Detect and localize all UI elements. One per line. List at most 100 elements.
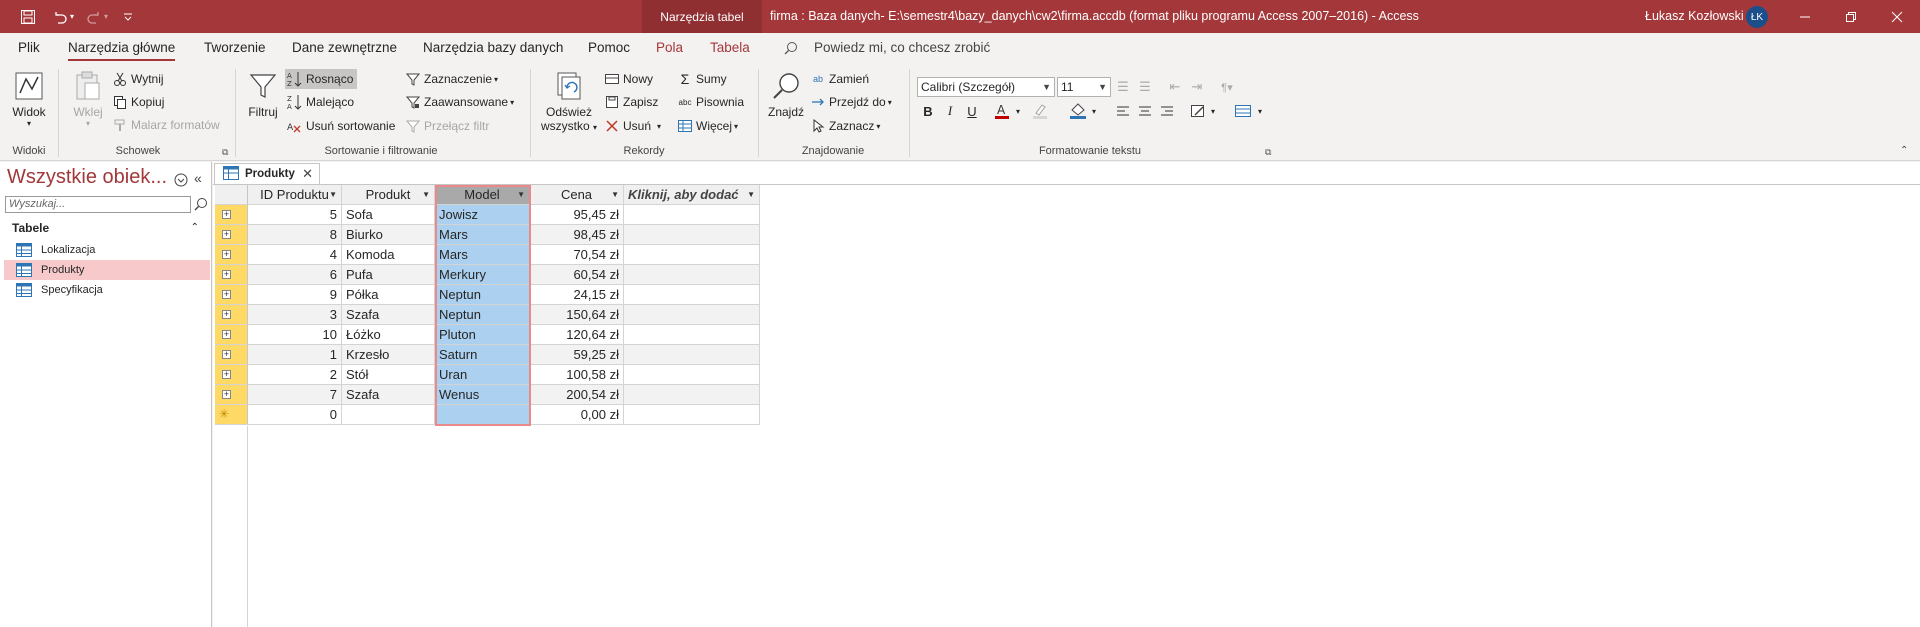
filter-button[interactable]: Filtruj — [246, 69, 280, 119]
advanced-filter-button[interactable]: Zaawansowane ▾ — [405, 94, 514, 110]
font-size-combo[interactable]: 11 ▼ — [1057, 77, 1111, 97]
more-button[interactable]: Więcej ▾ — [677, 118, 738, 134]
conditional-format-icon[interactable] — [1188, 101, 1208, 121]
find-button[interactable]: Znajdź — [766, 69, 806, 119]
customize-qat-icon[interactable] — [116, 5, 140, 29]
user-name[interactable]: Łukasz Kozłowski — [1645, 0, 1744, 33]
view-button[interactable]: Widok ▾ — [10, 69, 48, 128]
cell-produkt[interactable] — [342, 405, 435, 425]
font-name-combo[interactable]: Calibri (Szczegół) ▼ — [917, 77, 1055, 97]
row-selector[interactable]: + — [215, 345, 248, 365]
row-selector[interactable]: + — [215, 325, 248, 345]
expand-icon[interactable]: + — [222, 350, 231, 359]
nav-item-produkty[interactable]: Produkty — [4, 260, 210, 280]
cell-cena[interactable]: 200,54 zł — [530, 385, 624, 405]
font-color-icon[interactable]: A — [992, 101, 1012, 121]
dialog-launcher-icon[interactable]: ⧉ — [1265, 147, 1271, 158]
collapse-nav-icon[interactable]: « — [194, 170, 202, 186]
redo-icon[interactable] — [82, 5, 106, 29]
cell-model[interactable]: Neptun — [435, 285, 530, 305]
paragraph-direction-icon[interactable]: ¶▾ — [1217, 77, 1237, 97]
refresh-all-button[interactable]: Odśwież wszystko ▾ — [540, 69, 598, 133]
totals-button[interactable]: Σ Sumy — [677, 71, 727, 87]
cell-cena[interactable]: 70,54 zł — [530, 245, 624, 265]
cell-id[interactable]: 8 — [248, 225, 342, 245]
cell-cena[interactable]: 95,45 zł — [530, 205, 624, 225]
sort-filter-icon[interactable]: ▼ — [422, 185, 430, 204]
cell-model[interactable]: Saturn — [435, 345, 530, 365]
cell-id[interactable]: 7 — [248, 385, 342, 405]
redo-dropdown-icon[interactable]: ▾ — [104, 12, 108, 21]
cell-id[interactable]: 0 — [248, 405, 342, 425]
minimize-icon[interactable] — [1782, 0, 1828, 33]
select-all-cell[interactable] — [215, 185, 248, 205]
select-button[interactable]: Zaznacz ▾ — [810, 118, 880, 134]
collapse-ribbon-icon[interactable]: ⌃ — [1900, 145, 1908, 156]
new-record-button[interactable]: Nowy — [604, 71, 653, 87]
expand-icon[interactable]: + — [222, 230, 231, 239]
expand-icon[interactable]: + — [222, 290, 231, 299]
fill-color-icon[interactable] — [1068, 101, 1088, 121]
cell-produkt[interactable]: Stół — [342, 365, 435, 385]
remove-sort-button[interactable]: A Usuń sortowanie — [287, 118, 395, 134]
nav-item-specyfikacja[interactable]: Specyfikacja — [4, 280, 210, 300]
cell-empty[interactable] — [624, 245, 760, 265]
cell-id[interactable]: 4 — [248, 245, 342, 265]
cell-empty[interactable] — [624, 205, 760, 225]
goto-button[interactable]: Przejdź do ▾ — [810, 94, 892, 110]
cell-produkt[interactable]: Pufa — [342, 265, 435, 285]
cell-produkt[interactable]: Krzesło — [342, 345, 435, 365]
expand-icon[interactable]: + — [222, 330, 231, 339]
row-selector[interactable]: + — [215, 225, 248, 245]
highlight-color-icon[interactable] — [1030, 101, 1050, 121]
replace-button[interactable]: ab Zamień — [810, 71, 869, 87]
row-selector[interactable]: + — [215, 385, 248, 405]
cell-cena[interactable]: 24,15 zł — [530, 285, 624, 305]
dialog-launcher-icon[interactable]: ⧉ — [222, 147, 228, 158]
sort-descending-button[interactable]: ZA Malejąco — [287, 94, 354, 110]
cell-empty[interactable] — [624, 225, 760, 245]
cell-empty[interactable] — [624, 385, 760, 405]
tab-database-tools[interactable]: Narzędzia bazy danych — [423, 33, 563, 63]
cell-model[interactable]: Jowisz — [435, 205, 530, 225]
row-selector[interactable]: + — [215, 265, 248, 285]
cell-id[interactable]: 1 — [248, 345, 342, 365]
row-selector[interactable]: + — [215, 285, 248, 305]
nav-menu-icon[interactable] — [174, 173, 188, 190]
cell-empty[interactable] — [624, 265, 760, 285]
cell-id[interactable]: 9 — [248, 285, 342, 305]
column-header-cena[interactable]: Cena ▼ — [530, 185, 624, 205]
tab-table[interactable]: Tabela — [710, 33, 750, 63]
chevron-down-icon[interactable]: ▼ — [329, 185, 337, 204]
cell-model[interactable]: Merkury — [435, 265, 530, 285]
cell-model[interactable]: Pluton — [435, 325, 530, 345]
chevron-down-icon[interactable]: ▾ — [1211, 107, 1215, 116]
tab-create[interactable]: Tworzenie — [204, 33, 266, 63]
align-left-icon[interactable] — [1113, 101, 1133, 121]
cell-empty[interactable] — [624, 405, 760, 425]
sort-ascending-button[interactable]: AZ Rosnąco — [285, 69, 358, 89]
chevron-down-icon[interactable]: ▾ — [1258, 107, 1262, 116]
search-icon[interactable] — [194, 197, 208, 214]
close-window-icon[interactable] — [1874, 0, 1920, 33]
align-right-icon[interactable] — [1157, 101, 1177, 121]
delete-record-button[interactable]: Usuń ▾ — [604, 118, 661, 134]
decrease-indent-icon[interactable]: ⇤ — [1165, 77, 1185, 97]
tab-file[interactable]: Plik — [18, 33, 40, 63]
cut-button[interactable]: Wytnij — [112, 71, 164, 87]
numbering-icon[interactable]: ☰ — [1135, 77, 1155, 97]
format-painter-button[interactable]: Malarz formatów — [112, 117, 220, 133]
cell-cena[interactable]: 60,54 zł — [530, 265, 624, 285]
chevron-down-icon[interactable]: ▼ — [611, 185, 619, 204]
column-header-add[interactable]: Kliknij, aby dodać ▼ — [624, 185, 760, 205]
restore-icon[interactable] — [1828, 0, 1874, 33]
cell-model[interactable]: Wenus — [435, 385, 530, 405]
expand-icon[interactable]: + — [222, 210, 231, 219]
cell-empty[interactable] — [624, 345, 760, 365]
cell-model[interactable] — [435, 405, 530, 425]
row-selector[interactable]: + — [215, 245, 248, 265]
toggle-filter-button[interactable]: Przełącz filtr — [405, 118, 489, 134]
cell-id[interactable]: 6 — [248, 265, 342, 285]
close-tab-icon[interactable]: ✕ — [302, 166, 313, 182]
cell-produkt[interactable]: Szafa — [342, 385, 435, 405]
